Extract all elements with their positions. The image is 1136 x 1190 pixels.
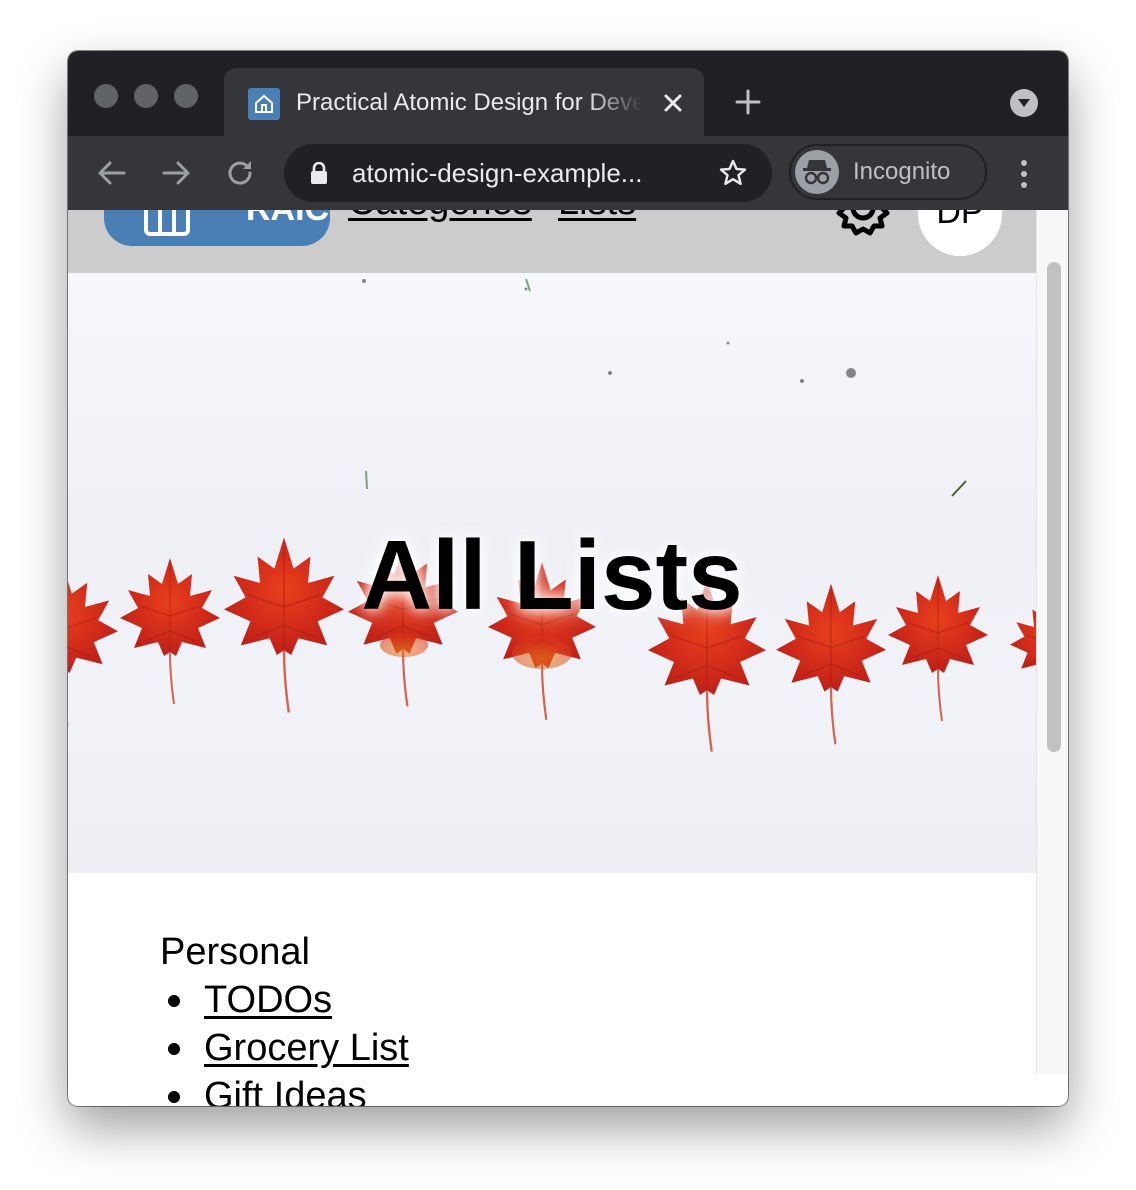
- forward-button[interactable]: [160, 157, 192, 189]
- page-viewport: RAIC Categories Lists DP: [68, 210, 1068, 1106]
- scrollbar-thumb[interactable]: [1047, 262, 1061, 752]
- new-tab-button[interactable]: [734, 88, 762, 116]
- hero-banner: All Lists: [68, 273, 1036, 873]
- tab-title: Practical Atomic Design for Developers: [296, 89, 642, 116]
- user-avatar[interactable]: DP: [918, 210, 1002, 256]
- page-title: All Lists: [361, 520, 743, 630]
- list-item: Grocery List: [168, 1024, 980, 1072]
- close-icon[interactable]: [660, 90, 686, 116]
- list-group-heading: Personal: [160, 931, 310, 973]
- minimize-window-button[interactable]: [134, 84, 158, 108]
- list-link-gift-ideas[interactable]: Gift Ideas: [204, 1075, 367, 1106]
- reload-button[interactable]: [224, 157, 256, 189]
- list-items: TODOs Grocery List Gift Ideas: [160, 976, 980, 1106]
- tab-search-button[interactable]: [1010, 89, 1038, 117]
- maximize-window-button[interactable]: [174, 84, 198, 108]
- chevron-down-icon: [1018, 99, 1030, 107]
- incognito-icon: [795, 150, 839, 194]
- logo-text: RAIC: [246, 210, 329, 229]
- logo-button[interactable]: RAIC: [104, 210, 330, 246]
- home-icon: [248, 88, 280, 120]
- lock-icon[interactable]: [310, 161, 328, 189]
- nav-link-categories[interactable]: Categories: [348, 210, 532, 224]
- nav-link-lists[interactable]: Lists: [558, 210, 636, 224]
- back-button[interactable]: [96, 157, 128, 189]
- scrollbar-track[interactable]: [1036, 210, 1068, 1074]
- profile-button[interactable]: Incognito: [789, 144, 987, 200]
- logo-icon: [144, 210, 190, 236]
- profile-label: Incognito: [853, 158, 951, 185]
- browser-window: Practical Atomic Design for Developers: [68, 51, 1068, 1106]
- user-initials: DP: [936, 210, 984, 231]
- list-link-todos[interactable]: TODOs: [204, 979, 332, 1021]
- close-window-button[interactable]: [94, 84, 118, 108]
- bookmark-star-icon[interactable]: [718, 158, 748, 193]
- reload-icon: [228, 161, 252, 185]
- browser-toolbar: atomic-design-example... Incognito: [68, 136, 1068, 210]
- tab-strip: Practical Atomic Design for Developers: [68, 51, 1068, 136]
- lists-section: Personal TODOs Grocery List Gift Ideas: [160, 928, 980, 1106]
- address-bar[interactable]: atomic-design-example...: [284, 144, 772, 202]
- list-item: Gift Ideas: [168, 1072, 980, 1106]
- list-item: TODOs: [168, 976, 980, 1024]
- browser-tab[interactable]: Practical Atomic Design for Developers: [224, 68, 704, 136]
- site-header: RAIC Categories Lists DP: [68, 210, 1036, 273]
- list-link-grocery[interactable]: Grocery List: [204, 1027, 409, 1069]
- arrow-left-icon: [98, 161, 126, 185]
- url-text[interactable]: atomic-design-example...: [352, 157, 697, 189]
- gear-icon[interactable]: [832, 210, 894, 245]
- arrow-right-icon: [162, 161, 190, 185]
- more-menu-icon[interactable]: [1018, 158, 1030, 190]
